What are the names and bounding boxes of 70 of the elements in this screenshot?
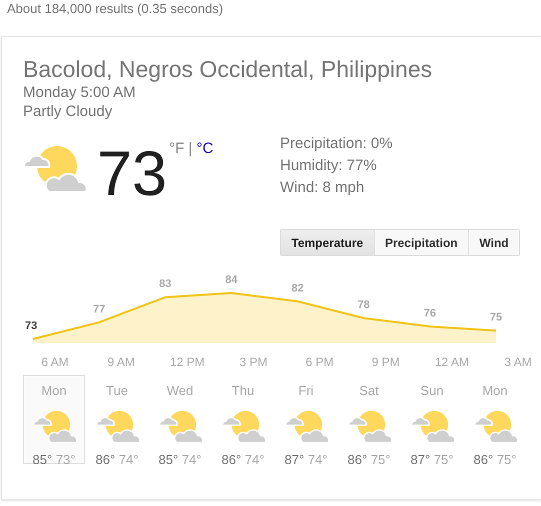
hour-label: 6 AM [41, 355, 69, 369]
day-name: Thu [232, 383, 254, 398]
data-label: 83 [159, 278, 172, 290]
hour-label: 9 AM [108, 355, 135, 369]
weather-condition: Partly Cloudy [23, 102, 114, 121]
results-count: About 184,000 results (0.35 seconds) [7, 2, 224, 16]
hour-label: 12 AM [434, 355, 469, 369]
forecast-day[interactable]: Fri 87° 74° [275, 375, 337, 464]
forecast-day[interactable]: Sun 87° 75° [401, 375, 463, 464]
data-label: 77 [92, 303, 106, 316]
partly-cloudy-icon [159, 408, 203, 444]
day-name: Wed [166, 383, 194, 398]
high-temperature: 87° [284, 452, 304, 467]
data-label: 73 [25, 320, 38, 332]
partly-cloudy-icon [348, 408, 392, 444]
high-temperature: 86° [474, 452, 494, 467]
day-name: Sun [420, 383, 444, 398]
low-temperature: 74° [244, 452, 264, 467]
low-temperature: 74° [118, 452, 138, 467]
low-temperature: 75° [434, 452, 454, 467]
low-temperature: 74° [308, 452, 328, 467]
high-temperature: 86° [222, 452, 242, 467]
high-temperature: 85° [32, 452, 52, 467]
unit-separator: | [188, 140, 192, 157]
day-name: Sat [359, 383, 379, 398]
partly-cloudy-icon [222, 408, 266, 444]
low-temperature: 75° [496, 452, 516, 467]
weather-detail: Humidity: 77% [280, 156, 378, 176]
data-label: 82 [291, 282, 304, 294]
unit-link[interactable]: °C [196, 140, 214, 157]
forecast-day[interactable]: Wed 85° 74° [149, 375, 211, 464]
low-temperature: 75° [370, 452, 390, 467]
hour-label: 6 PM [306, 355, 334, 369]
forecast-day[interactable]: Sat 86° 75° [338, 375, 400, 464]
day-name: Mon [41, 383, 67, 398]
day-name: Fri [298, 383, 314, 398]
forecast-day[interactable]: Mon 86° 75° [464, 375, 526, 464]
chart-tab[interactable]: Wind [468, 230, 520, 255]
low-temperature: 73° [56, 452, 76, 467]
chart-tab[interactable]: Temperature [281, 230, 374, 255]
partly-cloudy-icon [96, 408, 140, 444]
high-temperature: 87° [410, 452, 430, 467]
high-temperature: 86° [96, 452, 116, 467]
date-time: Monday 5:00 AM [23, 83, 137, 102]
partly-cloudy-icon [285, 408, 329, 444]
partly-cloudy-icon [33, 408, 77, 444]
hour-label: 3 PM [240, 355, 268, 369]
hour-label: 12 PM [170, 355, 205, 369]
day-name: Mon [482, 383, 508, 398]
forecast-day[interactable]: Thu 86° 74° [212, 375, 274, 464]
data-label: 84 [225, 274, 238, 286]
data-label: 75 [490, 312, 502, 324]
data-label: 78 [358, 299, 370, 312]
forecast-day[interactable]: Tue 86° 74° [86, 375, 148, 464]
weather-detail: Precipitation: 0% [280, 134, 393, 154]
hour-label: 3 AM [504, 355, 532, 369]
high-temperature: 85° [158, 452, 178, 467]
unit-label: °F [169, 140, 184, 157]
partly-cloudy-icon [474, 408, 518, 444]
day-name: Tue [106, 383, 128, 398]
high-temperature: 86° [348, 452, 368, 467]
current-temperature: 73 [97, 144, 168, 211]
weather-detail: Wind: 8 mph [280, 178, 366, 198]
low-temperature: 74° [182, 452, 202, 467]
partly-cloudy-icon [411, 408, 455, 444]
location-title: Bacolod, Negros Occidental, Philippines [23, 55, 434, 83]
forecast-day[interactable]: Mon 85° 73° [23, 375, 85, 464]
data-label: 76 [424, 308, 436, 320]
hour-label: 9 PM [372, 355, 400, 369]
chart-tab[interactable]: Precipitation [374, 230, 468, 255]
